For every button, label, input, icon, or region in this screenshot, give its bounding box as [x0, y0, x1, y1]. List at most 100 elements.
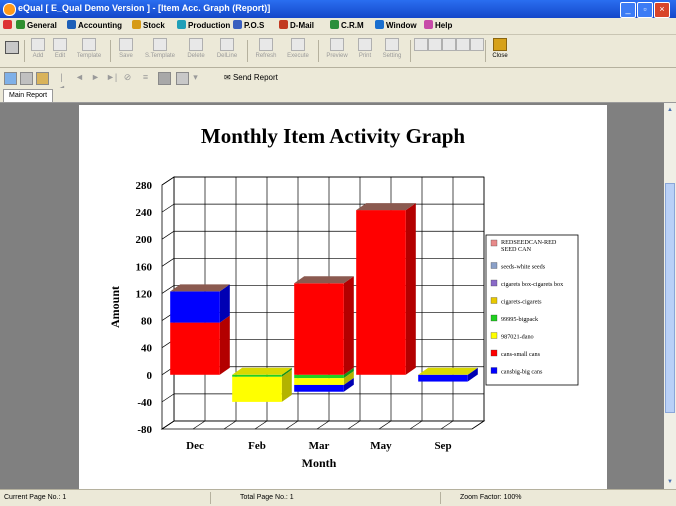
stop-icon[interactable]: ⊘	[122, 72, 133, 83]
grid-icon	[470, 38, 484, 51]
print-icon	[358, 38, 372, 51]
send-report-button[interactable]: ✉ Send Report	[224, 73, 278, 82]
edit-button[interactable]: Edit	[50, 38, 70, 66]
bar-top-face	[418, 367, 478, 375]
x-tick-label: Mar	[309, 440, 330, 452]
menu-stock[interactable]: Stock	[132, 20, 165, 30]
legend-swatch	[490, 262, 498, 269]
report-page: Monthly Item Activity Graph 280 240 200 160 1…	[79, 105, 607, 489]
setup-icon[interactable]	[36, 72, 49, 85]
zoom-dropdown-icon[interactable]: ▾	[190, 72, 201, 83]
filter-button[interactable]	[442, 38, 456, 66]
bar-dec-6-side	[219, 315, 230, 375]
scroll-thumb[interactable]	[665, 183, 675, 413]
x-tick-label: Feb	[248, 440, 266, 452]
status-bar: Current Page No.: 1 Total Page No.: 1 Zo…	[0, 489, 676, 506]
execute-icon	[291, 38, 305, 51]
zoom-icon[interactable]	[176, 72, 189, 85]
prev-page-icon[interactable]: ◄	[74, 72, 85, 83]
legend-box	[485, 234, 579, 386]
menu-general[interactable]: General	[16, 20, 57, 30]
tab-main-report[interactable]: Main Report	[3, 89, 54, 102]
menu-window[interactable]: Window	[375, 20, 417, 30]
maximize-button[interactable]: ▫	[637, 2, 653, 18]
minimize-button[interactable]: _	[620, 2, 636, 18]
sort-asc-button[interactable]	[414, 38, 428, 66]
menu-crm[interactable]: C.R.M	[330, 20, 364, 30]
menu-pos[interactable]: P.O.S	[233, 20, 264, 30]
menu-bar: General Accounting Stock Production P.O.…	[0, 18, 676, 35]
delete-line-icon	[220, 38, 234, 51]
y-tick-label: -40	[137, 397, 152, 409]
last-page-icon[interactable]: ►|	[106, 72, 117, 83]
menu-app-icon[interactable]	[3, 20, 14, 30]
legend-label: seeds-white seeds	[501, 264, 546, 271]
production-icon	[177, 20, 186, 29]
delete-button[interactable]: Delete	[182, 38, 210, 66]
add-icon	[31, 38, 45, 51]
close-report-button[interactable]: Close	[489, 38, 511, 66]
bar-top-face	[294, 276, 354, 284]
save-button[interactable]: Save	[114, 38, 138, 66]
setting-icon	[385, 38, 399, 51]
title-bar: eQual [ E_Qual Demo Version ] - [Item Ac…	[0, 0, 676, 18]
find-button[interactable]	[456, 38, 470, 66]
sort-desc-button[interactable]	[428, 38, 442, 66]
refresh-button[interactable]: Refresh	[251, 38, 281, 66]
pos-icon	[233, 20, 242, 29]
bar-top-face	[356, 203, 416, 211]
options-icon	[5, 41, 19, 54]
vertical-scrollbar[interactable]: ▲ ▼	[664, 103, 676, 489]
current-page-status: Current Page No.: 1	[4, 494, 67, 501]
save-template-button[interactable]: S.Template	[140, 38, 180, 66]
bar-mar-4	[294, 374, 344, 379]
menu-help[interactable]: Help	[424, 20, 452, 30]
y-tick-label: 0	[147, 370, 153, 382]
bar-sep-7	[418, 374, 468, 382]
app-icon	[3, 3, 16, 16]
total-page-status: Total Page No.: 1	[240, 494, 294, 501]
grid-button[interactable]	[470, 38, 484, 66]
execute-button[interactable]: Execute	[283, 38, 313, 66]
legend-label-cont: SEED CAN	[501, 246, 532, 253]
add-button[interactable]: Add	[28, 38, 48, 66]
legend-label: 987021-dano	[501, 334, 534, 341]
app-menu-icon	[3, 20, 12, 29]
legend-label: cigarets box-cigarets box	[501, 281, 564, 288]
next-page-icon[interactable]: ►	[90, 72, 101, 83]
window-title: eQual [ E_Qual Demo Version ] - [Item Ac…	[18, 3, 271, 13]
legend-swatch	[490, 367, 498, 374]
find-icon	[456, 38, 470, 51]
legend-label: cans-small cans	[501, 351, 541, 358]
menu-accounting[interactable]: Accounting	[67, 20, 122, 30]
delete-line-button[interactable]: DelLine	[212, 38, 242, 66]
report-tabs: Main Report	[0, 88, 676, 103]
y-tick-label: -80	[137, 424, 152, 436]
binoculars-icon[interactable]	[158, 72, 171, 85]
preview-icon	[330, 38, 344, 51]
legend-label: cansbig-big cans	[501, 369, 543, 376]
toolbar-options-button[interactable]	[4, 41, 20, 69]
print-button[interactable]: Print	[354, 38, 376, 66]
template-button[interactable]: Template	[72, 38, 106, 66]
filter-icon	[442, 38, 456, 51]
refresh-report-icon[interactable]: ≡	[140, 72, 151, 83]
general-icon	[16, 20, 25, 29]
export-icon[interactable]	[4, 72, 17, 85]
scroll-down-icon[interactable]: ▼	[665, 477, 675, 487]
setting-button[interactable]: Setting	[378, 38, 406, 66]
close-window-button[interactable]: ×	[654, 2, 670, 18]
print-report-icon[interactable]	[20, 72, 33, 85]
menu-dmail[interactable]: D-Mail	[279, 20, 314, 30]
scroll-up-icon[interactable]: ▲	[665, 105, 675, 115]
legend-swatch	[490, 239, 498, 247]
menu-production[interactable]: Production	[177, 20, 230, 30]
legend-swatch	[490, 349, 498, 357]
preview-button[interactable]: Preview	[322, 38, 352, 66]
first-page-icon[interactable]: |◄	[56, 72, 67, 93]
bar-top-face	[170, 284, 230, 292]
zoom-status: Zoom Factor: 100%	[460, 494, 522, 501]
bar-may-6-side	[405, 203, 416, 375]
y-tick-label: 280	[136, 180, 153, 192]
bar-feb-4	[232, 374, 282, 377]
